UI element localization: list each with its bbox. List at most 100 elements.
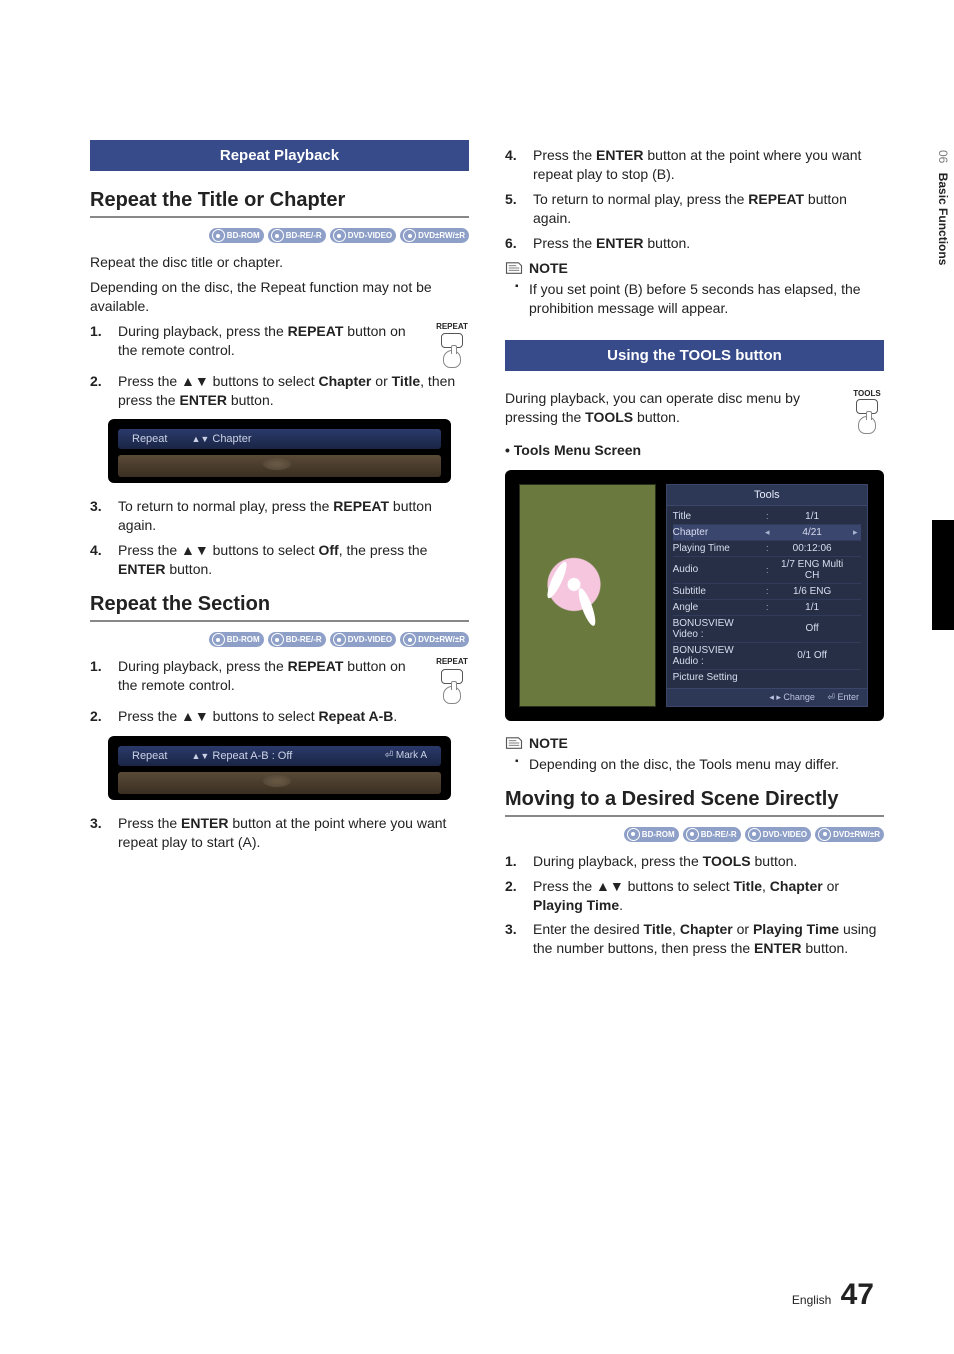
note-icon: [505, 261, 523, 275]
tools-row-value: 4/21: [775, 527, 849, 538]
intro-text: During playback, you can operate disc me…: [505, 389, 884, 427]
note-list: Depending on the disc, the Tools menu ma…: [505, 755, 884, 774]
tools-row-label: Angle: [673, 602, 760, 613]
osd-enter-label: Mark A: [396, 750, 427, 761]
disc-badge: BD-RE/-R: [683, 827, 741, 842]
tools-row: Playing Time:00:12:06: [673, 541, 861, 557]
tools-panel: Tools Title:1/1Chapter◂4/21▸Playing Time…: [666, 484, 868, 707]
tools-row: Title:1/1: [673, 509, 861, 525]
tools-row-value: 1/1: [775, 511, 849, 522]
tools-row-value: 1/1: [775, 602, 849, 613]
disc-type-badges: BD-ROM BD-RE/-R DVD-VIDEO DVD±RW/±R: [90, 632, 469, 647]
tools-row: BONUSVIEW Video : Off: [673, 616, 861, 643]
disc-badge: BD-RE/-R: [268, 228, 326, 243]
osd-video-strip: [118, 772, 441, 794]
disc-badge: DVD-VIDEO: [330, 632, 396, 647]
heading-rule: [505, 815, 884, 817]
tools-button-icon: TOOLS: [850, 389, 884, 433]
disc-badge: BD-RE/-R: [268, 632, 326, 647]
section-side-tab: 06 Basic Functions: [932, 146, 954, 269]
tools-row-label: BONUSVIEW Video :: [673, 618, 760, 640]
disc-badge: DVD±RW/±R: [815, 827, 884, 842]
left-arrow-icon: :: [763, 511, 771, 521]
disc-badge: DVD-VIDEO: [330, 228, 396, 243]
left-arrow-icon: :: [763, 586, 771, 596]
steps-list: 4. Press the ENTER button at the point w…: [505, 146, 884, 252]
steps-list: 3. Press the ENTER button at the point w…: [90, 814, 469, 852]
repeat-button-icon: REPEAT: [435, 322, 469, 366]
thumb-index-tab: [932, 520, 954, 630]
osd-label: Repeat: [132, 433, 167, 445]
section-banner: Using the TOOLS button: [505, 340, 884, 371]
manual-page: 06 Basic Functions Repeat Playback Repea…: [0, 0, 954, 1354]
disc-badge: DVD-VIDEO: [745, 827, 811, 842]
disc-badge: DVD±RW/±R: [400, 228, 469, 243]
right-arrow-icon: ▸: [853, 527, 861, 538]
tools-row-label: Picture Setting: [673, 672, 760, 683]
osd-value: Repeat A-B : Off: [212, 750, 292, 762]
intro-text: Depending on the disc, the Repeat functi…: [90, 278, 469, 316]
disc-badge: BD-ROM: [624, 827, 679, 842]
disc-type-badges: BD-ROM BD-RE/-R DVD-VIDEO DVD±RW/±R: [505, 827, 884, 842]
tools-row-value: 1/7 ENG Multi CH: [775, 559, 849, 581]
left-arrow-icon: ◂: [763, 527, 771, 538]
tools-row-label: Chapter: [673, 527, 760, 538]
tools-row-value: 00:12:06: [775, 543, 849, 554]
step-item: 1. REPEAT During playback, press the REP…: [90, 657, 469, 701]
disc-type-badges: BD-ROM BD-RE/-R DVD-VIDEO DVD±RW/±R: [90, 228, 469, 243]
tools-row-label: BONUSVIEW Audio :: [673, 645, 760, 667]
tools-row: BONUSVIEW Audio : 0/1 Off: [673, 643, 861, 670]
tools-row-value: 1/6 ENG: [775, 586, 849, 597]
tools-menu-figure: Tools Title:1/1Chapter◂4/21▸Playing Time…: [505, 470, 884, 721]
tools-row-label: Playing Time: [673, 543, 760, 554]
steps-list: 1. REPEAT During playback, press the REP…: [90, 322, 469, 410]
osd-value: Chapter: [212, 433, 251, 445]
step-item: 5. To return to normal play, press the R…: [505, 190, 884, 228]
video-preview-flower: [519, 484, 656, 707]
left-arrow-icon: :: [763, 602, 771, 612]
tools-row-label: Audio: [673, 564, 760, 575]
page-footer: English 47: [792, 1278, 874, 1312]
tools-row: Angle:1/1: [673, 600, 861, 616]
left-column: Repeat Playback Repeat the Title or Chap…: [90, 140, 469, 964]
heading-rule: [90, 216, 469, 218]
tools-row-value: Off: [775, 623, 849, 634]
tools-row: Audio:1/7 ENG Multi CH: [673, 557, 861, 584]
step-item: 1. During playback, press the TOOLS butt…: [505, 852, 884, 871]
enter-icon: ⏎: [385, 750, 393, 761]
note-item: Depending on the disc, the Tools menu ma…: [529, 755, 884, 774]
tools-rows: Title:1/1Chapter◂4/21▸Playing Time:00:12…: [667, 506, 867, 688]
tools-row: Picture Setting: [673, 670, 861, 685]
steps-list: 1. REPEAT During playback, press the REP…: [90, 657, 469, 726]
section-banner: Repeat Playback: [90, 140, 469, 171]
step-item: 4. Press the ▲▼ buttons to select Off, t…: [90, 541, 469, 579]
note-item: If you set point (B) before 5 seconds ha…: [529, 280, 884, 318]
note-heading: NOTE: [505, 735, 884, 751]
intro-text: Repeat the disc title or chapter.: [90, 253, 469, 272]
step-item: 2. Press the ▲▼ buttons to select Chapte…: [90, 372, 469, 410]
osd-video-strip: [118, 455, 441, 477]
heading-rule: [90, 620, 469, 622]
tools-row-value: 0/1 Off: [775, 650, 849, 661]
osd-label: Repeat: [132, 750, 167, 762]
step-item: 3. To return to normal play, press the R…: [90, 497, 469, 535]
section-number: 06: [936, 150, 950, 163]
tools-row: Subtitle:1/6 ENG: [673, 584, 861, 600]
tools-row: Chapter◂ 4/21 ▸: [673, 525, 861, 541]
disc-badge: BD-ROM: [209, 228, 264, 243]
right-column: 4. Press the ENTER button at the point w…: [505, 140, 884, 964]
note-list: If you set point (B) before 5 seconds ha…: [505, 280, 884, 318]
steps-list: 3. To return to normal play, press the R…: [90, 497, 469, 579]
step-item: 1. REPEAT During playback, press the REP…: [90, 322, 469, 366]
repeat-button-icon: REPEAT: [435, 657, 469, 701]
tools-row-label: Subtitle: [673, 586, 760, 597]
step-item: 3. Enter the desired Title, Chapter or P…: [505, 920, 884, 958]
disc-badge: BD-ROM: [209, 632, 264, 647]
disc-badge: DVD±RW/±R: [400, 632, 469, 647]
note-icon: [505, 736, 523, 750]
step-item: 6. Press the ENTER button.: [505, 234, 884, 253]
left-arrow-icon: :: [763, 543, 771, 553]
leftright-arrows-icon: ◂ ▸: [769, 692, 781, 702]
updown-arrows-icon: ▲▼: [191, 751, 209, 761]
enter-icon: ⏎: [827, 692, 835, 702]
